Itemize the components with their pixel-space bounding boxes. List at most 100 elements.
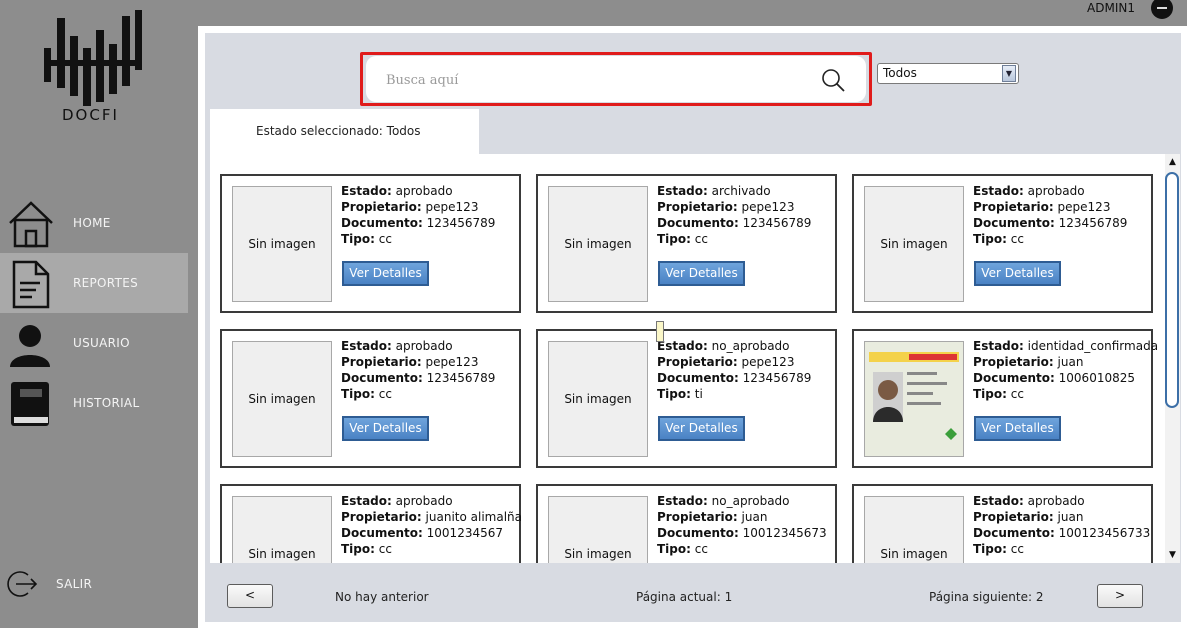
- sidebar-item-reportes[interactable]: REPORTES: [0, 253, 188, 313]
- field-tipo: Tipo: cc: [657, 541, 827, 557]
- field-label: Documento:: [973, 371, 1055, 385]
- report-info: Estado: aprobado Propietario: juan Documen…: [973, 493, 1150, 557]
- field-value: aprobado: [395, 184, 453, 198]
- sidebar: DOCFI HOME REPORTES USUARIO HISTORIAL SA…: [0, 0, 198, 628]
- scroll-up-arrow-icon[interactable]: ▲: [1165, 154, 1180, 170]
- ver-detalles-button[interactable]: Ver Detalles: [342, 416, 429, 441]
- field-label: Documento:: [341, 371, 423, 385]
- report-card: Sin imagen Estado: aprobado Propietario: j…: [852, 484, 1153, 563]
- field-label: Tipo:: [341, 387, 375, 401]
- field-propietario: Propietario: pepe123: [341, 354, 495, 370]
- field-estado: Estado: no_aprobado: [657, 338, 811, 354]
- ver-detalles-button[interactable]: Ver Detalles: [658, 261, 745, 286]
- field-documento: Documento: 123456789: [657, 215, 811, 231]
- next-page-button[interactable]: >: [1097, 584, 1143, 608]
- report-info: Estado: no_aprobado Propietario: pepe123 D…: [657, 338, 811, 402]
- estado-filter-select[interactable]: Todos ▼: [877, 63, 1019, 84]
- field-documento: Documento: 1006010825: [973, 370, 1158, 386]
- field-documento: Documento: 10012345673: [657, 525, 827, 541]
- field-value: juan: [1057, 355, 1084, 369]
- tab-estado-seleccionado[interactable]: Estado seleccionado: Todos: [210, 109, 479, 154]
- report-card: Sin imagen Estado: aprobado Propietario: p…: [852, 174, 1153, 313]
- chevron-down-icon[interactable]: ▼: [1002, 65, 1016, 82]
- field-label: Propietario:: [341, 200, 422, 214]
- user-menu-icon[interactable]: [1151, 0, 1173, 19]
- report-card: Sin imagen Estado: no_aprobado Propietario…: [536, 484, 837, 563]
- no-image-placeholder: Sin imagen: [548, 186, 648, 302]
- field-estado: Estado: identidad_confirmada: [973, 338, 1158, 354]
- field-label: Propietario:: [973, 355, 1054, 369]
- no-image-placeholder: Sin imagen: [864, 496, 964, 563]
- field-documento: Documento: 123456789: [341, 370, 495, 386]
- field-estado: Estado: aprobado: [341, 183, 495, 199]
- no-image-placeholder: Sin imagen: [864, 186, 964, 302]
- report-info: Estado: aprobado Propietario: pepe123 Docu…: [973, 183, 1127, 247]
- field-label: Documento:: [657, 216, 739, 230]
- sidebar-item-historial[interactable]: HISTORIAL: [0, 373, 188, 433]
- field-value: 123456789: [742, 371, 812, 385]
- field-propietario: Propietario: pepe123: [657, 354, 811, 370]
- field-label: Documento:: [657, 526, 739, 540]
- report-info: Estado: aprobado Propietario: pepe123 Docu…: [341, 338, 495, 402]
- field-label: Tipo:: [341, 232, 375, 246]
- user-name[interactable]: ADMIN1: [1087, 1, 1135, 15]
- report-card: Estado: identidad_confirmada Propietario:…: [852, 329, 1158, 468]
- field-propietario: Propietario: pepe123: [657, 199, 811, 215]
- logout-button[interactable]: SALIR: [0, 560, 150, 606]
- field-label: Estado:: [341, 494, 392, 508]
- current-page-text: Página actual: 1: [636, 590, 733, 604]
- field-tipo: Tipo: cc: [341, 541, 522, 557]
- field-label: Estado:: [657, 184, 708, 198]
- report-info: Estado: identidad_confirmada Propietario:…: [973, 338, 1158, 402]
- field-value: juan: [1057, 510, 1084, 524]
- field-label: Tipo:: [973, 387, 1007, 401]
- sidebar-item-label: HOME: [73, 216, 111, 230]
- report-info: Estado: archivado Propietario: pepe123 Doc…: [657, 183, 811, 247]
- field-tipo: Tipo: cc: [973, 386, 1158, 402]
- search-icon[interactable]: [821, 68, 845, 92]
- field-tipo: Tipo: ti: [657, 386, 811, 402]
- field-documento: Documento: 1001234567: [341, 525, 522, 541]
- field-value: pepe123: [741, 355, 795, 369]
- field-tipo: Tipo: cc: [341, 231, 495, 247]
- field-label: Estado:: [341, 339, 392, 353]
- book-icon: [11, 382, 49, 426]
- no-image-placeholder: Sin imagen: [232, 186, 332, 302]
- field-label: Documento:: [973, 526, 1055, 540]
- field-label: Documento:: [341, 216, 423, 230]
- logout-icon: [7, 571, 38, 597]
- field-label: Estado:: [973, 184, 1024, 198]
- report-card: Sin imagen Estado: aprobado Propietario: p…: [220, 329, 521, 468]
- field-value: cc: [1010, 387, 1024, 401]
- ver-detalles-button[interactable]: Ver Detalles: [974, 416, 1061, 441]
- report-card: Sin imagen Estado: aprobado Propietario: p…: [220, 174, 521, 313]
- field-label: Propietario:: [657, 355, 738, 369]
- field-label: Estado:: [657, 494, 708, 508]
- ver-detalles-button[interactable]: Ver Detalles: [658, 416, 745, 441]
- ver-detalles-button[interactable]: Ver Detalles: [342, 261, 429, 286]
- ver-detalles-button[interactable]: Ver Detalles: [974, 261, 1061, 286]
- field-label: Tipo:: [657, 387, 691, 401]
- field-value: ti: [694, 387, 703, 401]
- sidebar-item-home[interactable]: HOME: [0, 193, 188, 253]
- prev-page-button[interactable]: <: [227, 584, 273, 608]
- scroll-thumb[interactable]: [1165, 172, 1179, 408]
- vertical-scrollbar[interactable]: ▲ ▼: [1165, 154, 1180, 563]
- field-estado: Estado: aprobado: [973, 493, 1150, 509]
- search-input[interactable]: [386, 69, 806, 91]
- field-value: 123456789: [426, 216, 496, 230]
- filter-selected-value: Todos: [883, 66, 917, 80]
- field-value: cc: [378, 387, 392, 401]
- scroll-down-arrow-icon[interactable]: ▼: [1165, 547, 1180, 563]
- field-value: aprobado: [395, 494, 453, 508]
- report-card: Sin imagen Estado: archivado Propietario: …: [536, 174, 837, 313]
- sidebar-item-usuario[interactable]: USUARIO: [0, 313, 188, 373]
- field-value: no_aprobado: [711, 494, 790, 508]
- field-label: Tipo:: [657, 232, 691, 246]
- field-value: no_aprobado: [711, 339, 790, 353]
- field-documento: Documento: 123456789: [973, 215, 1127, 231]
- no-image-placeholder: Sin imagen: [232, 341, 332, 457]
- field-label: Documento:: [657, 371, 739, 385]
- field-label: Tipo:: [657, 542, 691, 556]
- field-value: identidad_confirmada: [1027, 339, 1159, 353]
